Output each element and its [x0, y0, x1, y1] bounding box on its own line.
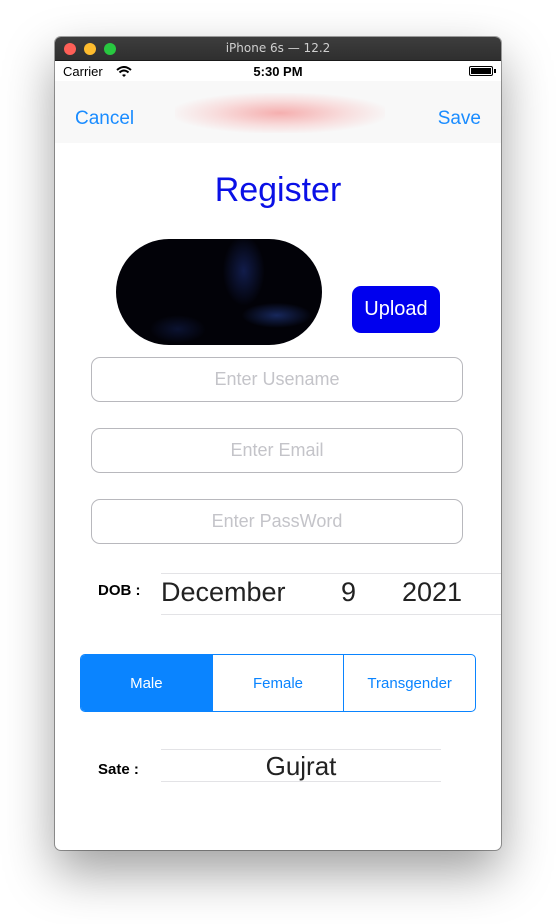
dob-label: DOB :	[98, 582, 141, 599]
dob-day-picker[interactable]: 9	[341, 577, 356, 608]
status-bar: Carrier 5:30 PM	[55, 60, 501, 81]
gender-option-male[interactable]: Male	[81, 655, 212, 711]
password-field[interactable]: Enter PassWord	[91, 499, 463, 544]
state-picker[interactable]: Gujrat	[161, 751, 441, 782]
gender-option-transgender[interactable]: Transgender	[343, 655, 475, 711]
dob-picker-top-line	[161, 573, 501, 574]
cancel-button[interactable]: Cancel	[75, 108, 134, 130]
state-label: Sate :	[98, 761, 139, 778]
navigation-bar: Cancel Save	[55, 81, 501, 143]
state-picker-top-line	[161, 749, 441, 750]
username-field[interactable]: Enter Usename	[91, 357, 463, 402]
dob-month-picker[interactable]: December	[161, 577, 286, 608]
battery-icon	[469, 66, 496, 76]
profile-image	[116, 239, 322, 345]
upload-button[interactable]: Upload	[352, 286, 440, 333]
window-title: iPhone 6s — 12.2	[225, 41, 331, 55]
dob-year-picker[interactable]: 2021	[402, 577, 462, 608]
window-titlebar: iPhone 6s — 12.2	[55, 37, 501, 61]
gender-segmented-control: Male Female Transgender	[80, 654, 476, 712]
nav-title-blur	[175, 93, 385, 133]
gender-option-female[interactable]: Female	[211, 655, 344, 711]
status-time: 5:30 PM	[253, 64, 303, 79]
simulator-window: iPhone 6s — 12.2 Carrier 5:30 PM Cancel …	[55, 37, 501, 850]
email-field[interactable]: Enter Email	[91, 428, 463, 473]
page-title: Register	[214, 171, 342, 209]
save-button[interactable]: Save	[438, 108, 481, 130]
dob-picker-bottom-line	[161, 614, 501, 615]
